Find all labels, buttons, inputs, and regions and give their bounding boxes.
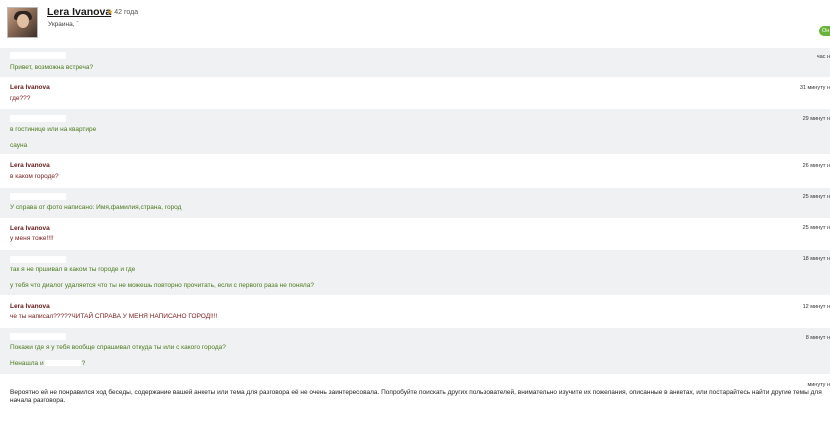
message-row: 29 минут н в гостинице или на квартире с… [0, 109, 830, 154]
message-time: 8 минут н [805, 335, 830, 341]
hidden-author-name [10, 193, 66, 200]
message-text: сауна [10, 142, 28, 149]
hidden-author-name [10, 256, 66, 263]
message-time: 18 минут н [802, 256, 830, 262]
message-row: Lera Ivanova 25 минут н у меня тоже!!!! [0, 218, 830, 250]
message-row: Lera Ivanova 31 минуту н где??? [0, 77, 830, 109]
redacted-mask [44, 360, 81, 367]
profile-name-link[interactable]: Lera Ivanova [47, 6, 111, 18]
hidden-author-name [10, 333, 66, 340]
star-icon: ★ [107, 9, 114, 16]
message-text: у тебя что диалог удаляется что ты не мо… [10, 282, 314, 289]
online-status-badge: Он [819, 26, 830, 36]
message-text: у меня тоже!!!! [10, 235, 54, 242]
message-text-part: ? [81, 360, 86, 367]
message-row: Lera Ivanova 12 минут н че ты написал???… [0, 295, 830, 328]
message-time: час н [816, 54, 830, 60]
message-text: в каком городе? [10, 173, 59, 180]
message-time: 26 минут н [802, 163, 830, 169]
avatar-face [17, 14, 29, 28]
message-time: 12 минут н [802, 304, 830, 310]
message-time: 25 минут н [802, 194, 830, 200]
message-author[interactable]: Lera Ivanova [10, 303, 50, 310]
message-row: 18 минут н так я не пршивал в каком ты г… [0, 250, 830, 295]
message-time: 25 минут н [802, 225, 830, 231]
message-time: 31 минуту н [799, 85, 830, 91]
message-text: Покажи где я у тебя вообще спрашивал отк… [10, 344, 226, 351]
age-text: 42 года [114, 9, 139, 16]
message-author[interactable]: Lera Ivanova [10, 84, 50, 91]
message-author[interactable]: Lera Ivanova [10, 225, 50, 232]
hidden-author-name [10, 52, 66, 59]
message-row: час н Привет, возможна встреча? [0, 48, 830, 77]
message-row: 25 минут н У справа от фото написано: Им… [0, 188, 830, 218]
message-author[interactable]: Lera Ivanova [10, 162, 50, 169]
message-text: где??? [10, 95, 31, 102]
avatar[interactable] [7, 7, 38, 38]
hidden-author-name [10, 115, 66, 122]
message-text-part: Ненашла и [10, 360, 44, 367]
message-row: Lera Ivanova 26 минут н в каком городе? [0, 154, 830, 188]
message-time: 29 минут н [802, 116, 830, 122]
message-text: У справа от фото написано: Имя,фамилия,с… [10, 204, 182, 211]
message-text: че ты написал?????ЧИТАЙ СПРАВА У МЕНЯ НА… [10, 313, 218, 320]
message-row: 8 минут н Покажи где я у тебя вообще спр… [0, 328, 830, 374]
profile-location: Украина, ˉ [48, 21, 79, 28]
notice-time: минуту н [807, 382, 830, 388]
message-text: Привет, возможна встреча? [10, 64, 94, 71]
conversation-ended-notice: Вероятно ей не понравился ход беседы, со… [10, 389, 822, 404]
message-text: в гостинице или на квартире [10, 126, 97, 133]
profile-header: Lera Ivanova ★42 года Украина, ˉ Он [0, 0, 830, 48]
profile-age: ★42 года [107, 8, 138, 16]
message-text: Ненашла и? [10, 360, 85, 367]
message-text: так я не пршивал в каком ты городе и где [10, 266, 136, 273]
